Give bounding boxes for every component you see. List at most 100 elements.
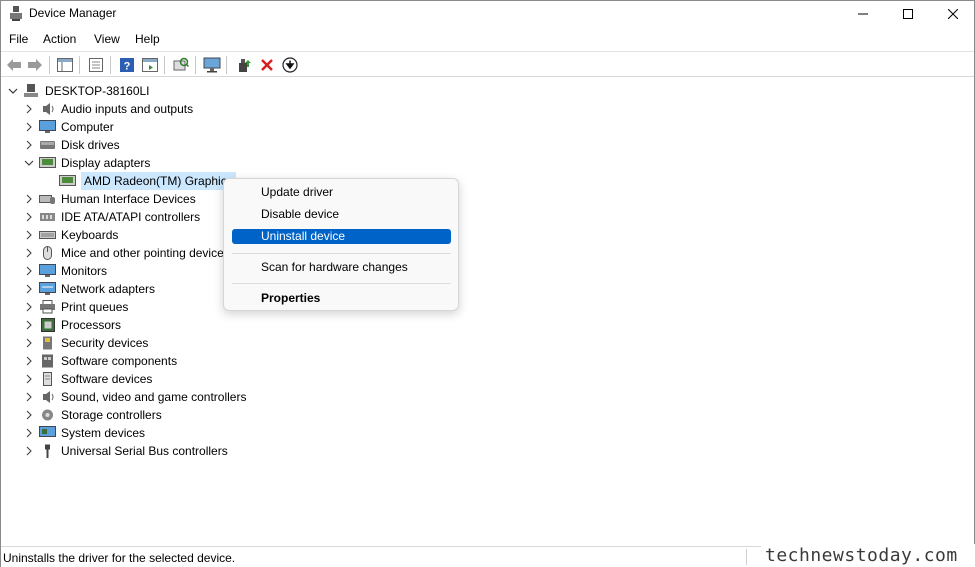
tree-item-security-devices[interactable]: Security devices — [23, 334, 148, 352]
menu-uninstall-device[interactable]: Uninstall device — [232, 229, 451, 244]
chevron-right-icon[interactable] — [23, 247, 35, 259]
tree-item-monitors[interactable]: Monitors — [23, 262, 107, 280]
toolbar-separator — [79, 56, 80, 74]
display-adapter-icon — [39, 156, 56, 170]
chevron-down-icon[interactable] — [23, 157, 35, 169]
processor-icon — [39, 318, 56, 332]
chevron-right-icon[interactable] — [23, 355, 35, 367]
menu-help[interactable]: Help — [135, 32, 160, 46]
title-bar: Device Manager — [1, 1, 974, 27]
toolbar-separator — [49, 56, 50, 74]
tree-item-computer[interactable]: Computer — [23, 118, 114, 136]
status-divider — [746, 549, 747, 565]
tree-item-label: System devices — [61, 426, 146, 440]
menu-update-driver[interactable]: Update driver — [232, 185, 451, 200]
close-button[interactable] — [930, 1, 975, 27]
tree-item-hid[interactable]: Human Interface Devices — [23, 190, 196, 208]
tree-item-ide[interactable]: IDE ATA/ATAPI controllers — [23, 208, 200, 226]
chevron-right-icon[interactable] — [23, 139, 35, 151]
properties-icon[interactable] — [86, 55, 106, 75]
show-hide-console-tree-icon[interactable] — [55, 55, 75, 75]
scan-hardware-icon[interactable] — [171, 55, 191, 75]
forward-icon[interactable] — [25, 55, 45, 75]
menu-properties[interactable]: Properties — [232, 291, 451, 306]
chevron-right-icon[interactable] — [23, 283, 35, 295]
tree-item-mice[interactable]: Mice and other pointing devices — [23, 244, 230, 262]
chevron-right-icon[interactable] — [23, 229, 35, 241]
tree-item-sound-video-game[interactable]: Sound, video and game controllers — [23, 388, 246, 406]
chevron-right-icon[interactable] — [23, 193, 35, 205]
chevron-right-icon[interactable] — [23, 121, 35, 133]
tree-item-audio[interactable]: Audio inputs and outputs — [23, 100, 193, 118]
menu-view[interactable]: View — [94, 32, 120, 46]
software-device-icon — [39, 372, 56, 386]
tree-item-disk-drives[interactable]: Disk drives — [23, 136, 120, 154]
speaker-icon — [39, 102, 56, 116]
window-title: Device Manager — [29, 6, 117, 20]
tree-item-label: Software components — [61, 354, 178, 368]
chevron-right-icon[interactable] — [23, 265, 35, 277]
toolbar-separator — [226, 56, 227, 74]
download-icon[interactable] — [280, 55, 300, 75]
uninstall-icon[interactable] — [257, 55, 277, 75]
status-text: Uninstalls the driver for the selected d… — [3, 551, 236, 565]
tree-item-label: Display adapters — [61, 156, 151, 170]
menu-disable-device[interactable]: Disable device — [232, 207, 451, 222]
chevron-right-icon[interactable] — [23, 319, 35, 331]
tree-item-label: IDE ATA/ATAPI controllers — [61, 210, 201, 224]
tree-item-keyboards[interactable]: Keyboards — [23, 226, 118, 244]
ide-controller-icon — [39, 210, 56, 224]
tree-item-label: Disk drives — [61, 138, 120, 152]
chevron-right-icon[interactable] — [23, 211, 35, 223]
tree-item-software-components[interactable]: Software components — [23, 352, 177, 370]
chevron-right-icon[interactable] — [23, 427, 35, 439]
tree-item-label: Computer — [61, 120, 114, 134]
chevron-right-icon[interactable] — [23, 373, 35, 385]
update-driver-icon[interactable] — [234, 55, 254, 75]
tree-item-print-queues[interactable]: Print queues — [23, 298, 128, 316]
chevron-right-icon[interactable] — [23, 445, 35, 457]
keyboard-icon — [39, 228, 56, 242]
device-manager-app-icon — [9, 6, 23, 21]
tree-item-software-devices[interactable]: Software devices — [23, 370, 152, 388]
chevron-down-icon[interactable] — [7, 85, 19, 97]
system-device-icon — [39, 426, 56, 440]
tree-root[interactable]: DESKTOP-38160LI — [7, 82, 150, 100]
menu-file[interactable]: File — [9, 32, 28, 46]
tree-item-amd-radeon[interactable]: AMD Radeon(TM) Graphics — [59, 172, 236, 190]
back-icon[interactable] — [4, 55, 24, 75]
tree-item-label: Network adapters — [61, 282, 156, 296]
action-pane-icon[interactable] — [140, 55, 160, 75]
toolbar: ? — [1, 51, 974, 77]
software-component-icon — [39, 354, 56, 368]
maximize-button[interactable] — [885, 1, 931, 27]
tree-item-usb-controllers[interactable]: Universal Serial Bus controllers — [23, 442, 228, 460]
computer-root-icon — [23, 84, 40, 98]
usb-icon — [39, 444, 56, 458]
menu-action[interactable]: Action — [43, 32, 76, 46]
device-manager-window: Device Manager File Action View Help ? D… — [0, 0, 975, 567]
menu-scan-hardware-changes[interactable]: Scan for hardware changes — [232, 260, 451, 275]
tree-item-label: Audio inputs and outputs — [61, 102, 194, 116]
tree-item-network-adapters[interactable]: Network adapters — [23, 280, 155, 298]
minimize-button[interactable] — [840, 1, 886, 27]
help-icon[interactable]: ? — [117, 55, 137, 75]
tree-item-label: Security devices — [61, 336, 149, 350]
toolbar-separator — [195, 56, 196, 74]
network-adapter-icon — [39, 282, 56, 296]
tree-item-storage-controllers[interactable]: Storage controllers — [23, 406, 162, 424]
chevron-right-icon[interactable] — [23, 103, 35, 115]
tree-item-display-adapters[interactable]: Display adapters — [23, 154, 150, 172]
monitor-icon[interactable] — [202, 55, 222, 75]
mouse-icon — [39, 246, 56, 260]
tree-item-label: Human Interface Devices — [61, 192, 196, 206]
tree-item-processors[interactable]: Processors — [23, 316, 121, 334]
chevron-right-icon[interactable] — [23, 337, 35, 349]
chevron-right-icon[interactable] — [23, 409, 35, 421]
svg-text:?: ? — [124, 61, 131, 73]
chevron-right-icon[interactable] — [23, 301, 35, 313]
chevron-right-icon[interactable] — [23, 391, 35, 403]
context-menu: Update driver Disable device Uninstall d… — [223, 178, 459, 311]
tree-item-system-devices[interactable]: System devices — [23, 424, 145, 442]
menu-separator — [232, 253, 451, 254]
